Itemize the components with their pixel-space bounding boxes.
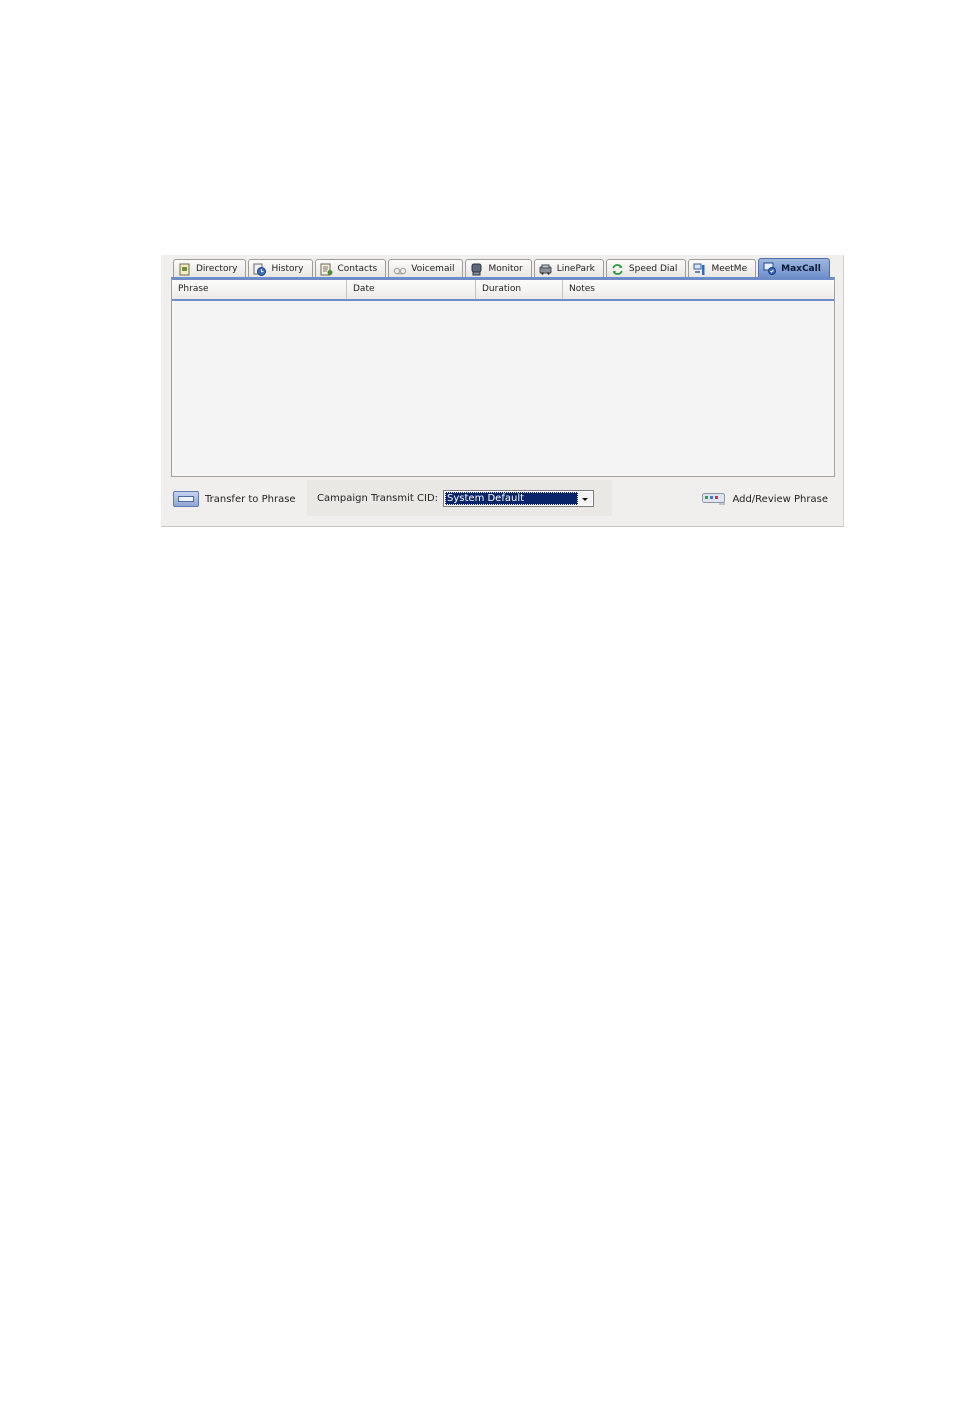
- history-icon: [253, 263, 267, 276]
- linepark-icon: [539, 263, 552, 276]
- speed-dial-icon: [611, 263, 624, 276]
- tab-label: Directory: [196, 264, 238, 274]
- phrase-table: Phrase Date Duration Notes: [171, 277, 835, 477]
- tab-directory[interactable]: Directory: [173, 259, 247, 278]
- tab-meetme[interactable]: MeetMe: [688, 259, 757, 278]
- maxcall-window: Directory History Contacts Voicemail Mon…: [161, 255, 844, 527]
- voicemail-icon: [393, 263, 407, 276]
- tab-label: Speed Dial: [628, 264, 678, 274]
- table-header: Phrase Date Duration Notes: [172, 280, 834, 301]
- tab-contacts[interactable]: Contacts: [314, 259, 387, 278]
- add-review-icon: [702, 492, 727, 506]
- tab-monitor[interactable]: Monitor: [465, 259, 532, 278]
- add-review-label: Add/Review Phrase: [732, 493, 828, 505]
- table-body[interactable]: [172, 301, 834, 476]
- column-header-phrase[interactable]: Phrase: [172, 280, 347, 299]
- transfer-to-phrase-button[interactable]: Transfer to Phrase: [173, 490, 296, 508]
- chevron-down-icon[interactable]: [578, 491, 593, 505]
- directory-icon: [178, 263, 191, 276]
- tab-linepark[interactable]: LinePark: [533, 259, 604, 278]
- campaign-cid-value: System Default: [445, 491, 579, 505]
- tab-label: MaxCall: [781, 263, 821, 274]
- tab-maxcall[interactable]: MaxCall: [758, 258, 830, 278]
- tab-label: History: [271, 264, 304, 274]
- tab-strip: Directory History Contacts Voicemail Mon…: [173, 258, 832, 278]
- campaign-cid-panel: Campaign Transmit CID: System Default: [307, 480, 612, 516]
- tab-label: Contacts: [337, 264, 378, 274]
- tab-label: LinePark: [556, 264, 595, 274]
- tab-label: Monitor: [488, 264, 523, 274]
- column-header-date[interactable]: Date: [347, 280, 476, 299]
- tab-voicemail[interactable]: Voicemail: [388, 259, 464, 278]
- contacts-icon: [320, 263, 333, 276]
- campaign-cid-dropdown[interactable]: System Default: [443, 489, 595, 507]
- tab-label: Voicemail: [411, 264, 455, 274]
- add-review-phrase-button[interactable]: Add/Review Phrase: [702, 490, 828, 508]
- campaign-cid-label: Campaign Transmit CID:: [317, 492, 439, 504]
- tab-speed-dial[interactable]: Speed Dial: [605, 259, 687, 278]
- transfer-icon: [173, 491, 199, 507]
- meetme-icon: [693, 263, 706, 276]
- column-header-notes[interactable]: Notes: [563, 280, 834, 299]
- tab-history[interactable]: History: [248, 259, 313, 278]
- maxcall-icon: [763, 262, 777, 275]
- column-header-duration[interactable]: Duration: [476, 280, 563, 299]
- transfer-label: Transfer to Phrase: [205, 493, 296, 505]
- tab-label: MeetMe: [711, 264, 748, 274]
- monitor-icon: [470, 263, 483, 276]
